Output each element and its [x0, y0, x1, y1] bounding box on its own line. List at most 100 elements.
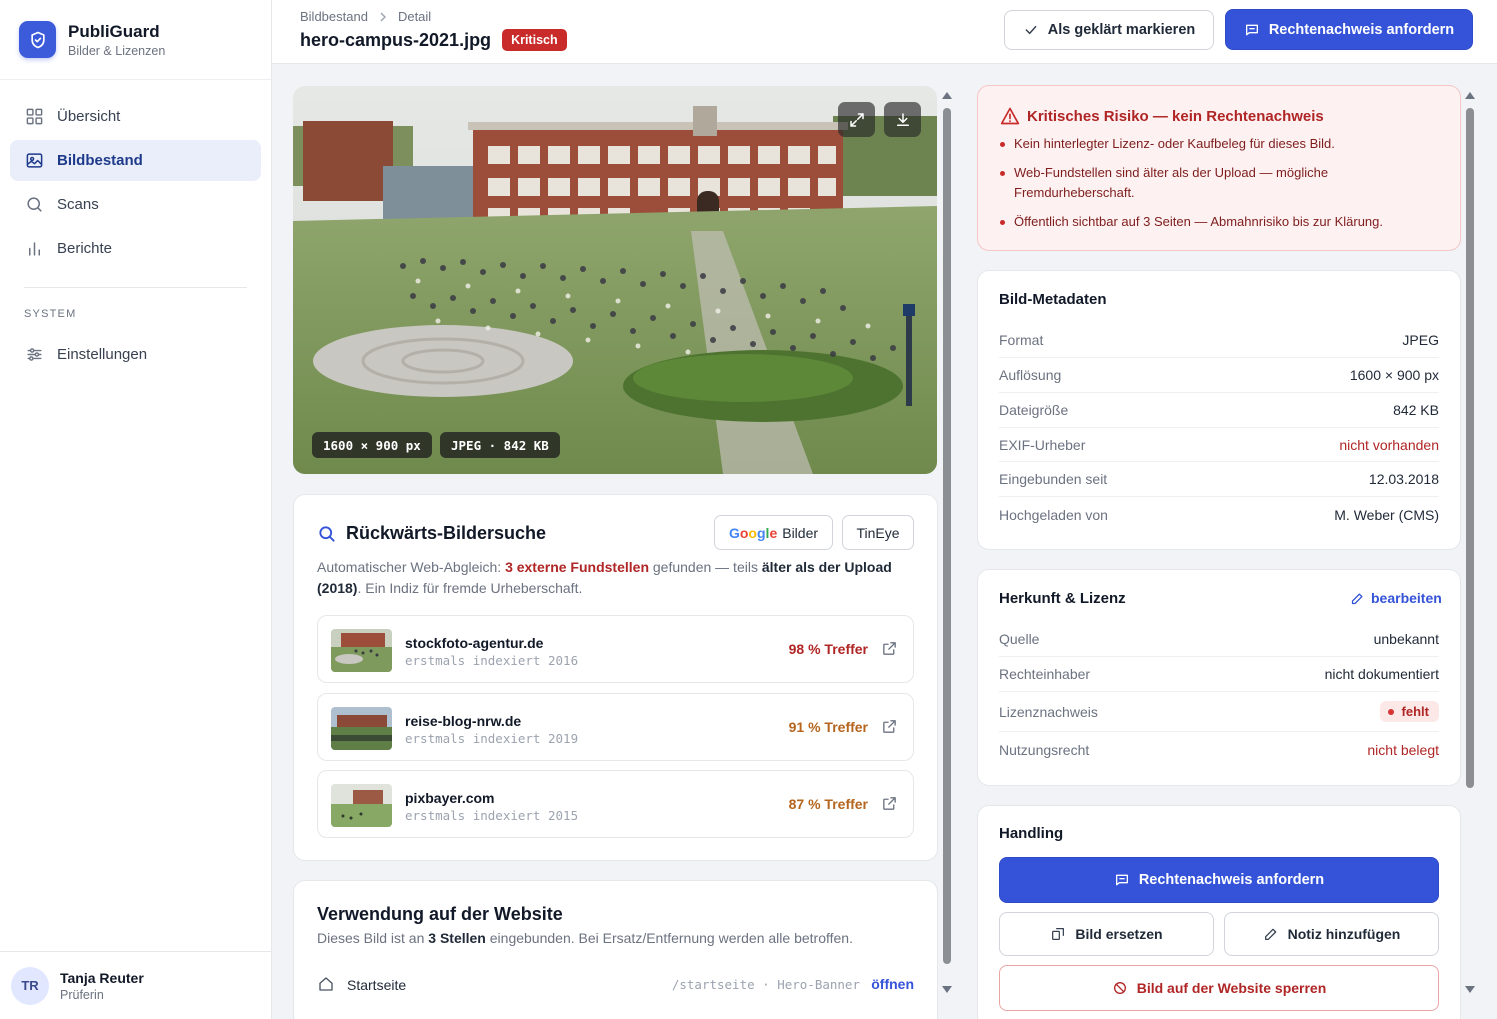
bar-chart-icon — [24, 239, 44, 259]
format-tag: JPEG · 842 KB — [440, 432, 560, 458]
license-key: Rechteinhaber — [999, 666, 1091, 682]
desc-text: . Ein Indiz für fremde Urheberschaft. — [357, 580, 583, 596]
sliders-icon — [24, 345, 44, 365]
search-icon — [317, 524, 337, 544]
license-row: Quelle unbekannt — [999, 622, 1439, 657]
request-proof-label: Rechtenachweis anfordern — [1268, 21, 1455, 38]
handling-title: Handling — [999, 825, 1064, 842]
sidebar-item-label: Berichte — [57, 240, 113, 257]
metadata-value: 842 KB — [1393, 402, 1439, 418]
metadata-row: Auflösung 1600 × 900 px — [999, 358, 1439, 393]
download-button[interactable] — [884, 102, 921, 137]
match-score: 87 % Treffer — [788, 796, 868, 812]
license-value: fehlt — [1401, 704, 1429, 719]
replace-image-button[interactable]: Bild ersetzen — [999, 912, 1214, 956]
match-indexed: erstmals indexiert 2016 — [405, 653, 579, 668]
sidebar-item-scans[interactable]: Scans — [10, 184, 261, 225]
replace-image-label: Bild ersetzen — [1075, 926, 1163, 942]
expand-button[interactable] — [838, 102, 875, 137]
match-domain[interactable]: pixbayer.com — [405, 790, 495, 806]
google-images-label: Bilder — [782, 524, 819, 541]
sidebar-item-label: Scans — [57, 196, 99, 213]
right-scrollbar[interactable] — [1464, 88, 1476, 1000]
match-row[interactable]: reise-blog-nrw.de erstmals indexiert 201… — [317, 693, 914, 761]
metadata-value: JPEG — [1402, 332, 1439, 348]
google-images-button[interactable]: Google Bilder — [714, 515, 833, 550]
warning-icon — [1000, 106, 1020, 126]
desc-text: Automatischer Web-Abgleich: — [317, 559, 506, 575]
brand: PubliGuard Bilder & Lizenzen — [0, 0, 271, 80]
alert-title: Kritisches Risiko — kein Rechtenachweis — [1027, 108, 1324, 125]
metadata-value: M. Weber (CMS) — [1334, 506, 1439, 523]
add-note-button[interactable]: Notiz hinzufügen — [1224, 912, 1439, 956]
sidebar-item-einstellungen[interactable]: Einstellungen — [10, 334, 261, 375]
match-domain[interactable]: reise-blog-nrw.de — [405, 713, 521, 729]
left-scrollbar[interactable] — [941, 88, 953, 1000]
mark-resolved-button[interactable]: Als geklärt markieren — [1004, 10, 1214, 50]
metadata-row: Dateigröße 842 KB — [999, 393, 1439, 428]
sidebar-item-berichte[interactable]: Berichte — [10, 228, 261, 269]
match-indexed: erstmals indexiert 2015 — [405, 808, 579, 823]
match-score: 91 % Treffer — [788, 719, 868, 735]
license-row: Nutzungsrecht nicht belegt — [999, 732, 1439, 768]
check-icon — [1023, 22, 1039, 38]
alert-item: Kein hinterlegter Lizenz- oder Kaufbeleg… — [1000, 134, 1440, 154]
match-row[interactable]: stockfoto-agentur.de erstmals indexiert … — [317, 615, 914, 683]
search-icon — [24, 195, 44, 215]
license-value: nicht belegt — [1367, 742, 1439, 758]
file-name: hero-campus-2021.jpg — [300, 29, 492, 50]
match-row[interactable]: pixbayer.com erstmals indexiert 2015 87 … — [317, 770, 914, 838]
license-key: Quelle — [999, 631, 1040, 647]
sidebar-item-uebersicht[interactable]: Übersicht — [10, 96, 261, 137]
external-link-icon[interactable] — [881, 640, 898, 657]
license-value: nicht dokumentiert — [1324, 666, 1439, 682]
license-row: Rechteinhaber nicht dokumentiert — [999, 657, 1439, 692]
external-link-icon[interactable] — [881, 718, 898, 735]
image-preview — [293, 86, 937, 474]
home-icon — [317, 975, 335, 993]
block-image-button[interactable]: Bild auf der Website sperren — [999, 965, 1439, 1011]
grid-icon — [24, 107, 44, 127]
usage-path: /startseite · Hero-Banner — [671, 977, 860, 992]
image-icon — [24, 151, 44, 171]
breadcrumb-item-bildbestand[interactable]: Bildbestand — [300, 9, 368, 24]
reverse-search-title: Rückwärts-Bildersuche — [346, 523, 547, 543]
tineye-button[interactable]: TinEye — [842, 515, 914, 550]
metadata-row: Eingebunden seit 12.03.2018 — [999, 462, 1439, 497]
usage-count: 3 Stellen — [428, 930, 486, 946]
desc-found: 3 externe Fundstellen — [505, 559, 649, 575]
metadata-key: Auflösung — [999, 367, 1062, 383]
sidebar-item-bildbestand[interactable]: Bildbestand — [10, 140, 261, 181]
external-link-icon[interactable] — [881, 795, 898, 812]
user-profile[interactable]: TR Tanja Reuter Prüferin — [0, 951, 271, 1019]
license-key: Nutzungsrecht — [999, 742, 1090, 758]
handling-request-proof-button[interactable]: Rechtenachweis anfordern — [999, 857, 1439, 903]
sidebar-item-label: Übersicht — [57, 108, 121, 125]
expand-icon — [848, 111, 866, 129]
request-proof-label: Rechtenachweis anfordern — [1138, 872, 1325, 888]
breadcrumb: Bildbestand Detail — [300, 9, 431, 24]
add-note-label: Notiz hinzufügen — [1287, 926, 1401, 942]
license-key: Lizenznachweis — [999, 703, 1098, 720]
request-proof-button[interactable]: Rechtenachweis anfordern — [1225, 9, 1473, 50]
breadcrumb-item-detail: Detail — [397, 9, 432, 24]
open-link[interactable]: öffnen — [871, 976, 914, 992]
pencil-icon — [1350, 591, 1365, 606]
metadata-value: 1600 × 900 px — [1349, 367, 1439, 383]
edit-label: bearbeiten — [1371, 590, 1442, 606]
dimensions-tag: 1600 × 900 px — [312, 432, 432, 458]
alert-list: Kein hinterlegter Lizenz- oder Kaufbeleg… — [1000, 134, 1440, 241]
chevron-right-icon — [378, 12, 388, 22]
status-badge: Kritisch — [502, 29, 567, 51]
top-header: Bildbestand Detail hero-campus-2021.jpg … — [272, 0, 1497, 64]
tineye-label: TinEye — [856, 524, 900, 541]
pencil-icon — [1263, 926, 1279, 942]
match-domain[interactable]: stockfoto-agentur.de — [405, 635, 543, 651]
metadata-key: Dateigröße — [999, 402, 1069, 418]
swap-icon — [1050, 926, 1066, 942]
alert-item: Web-Fundstellen sind älter als der Uploa… — [1000, 163, 1440, 203]
google-logo-icon: Google — [728, 524, 778, 541]
message-icon — [1244, 22, 1260, 38]
match-thumbnail — [331, 784, 392, 827]
edit-license-link[interactable]: bearbeiten — [1350, 590, 1442, 606]
